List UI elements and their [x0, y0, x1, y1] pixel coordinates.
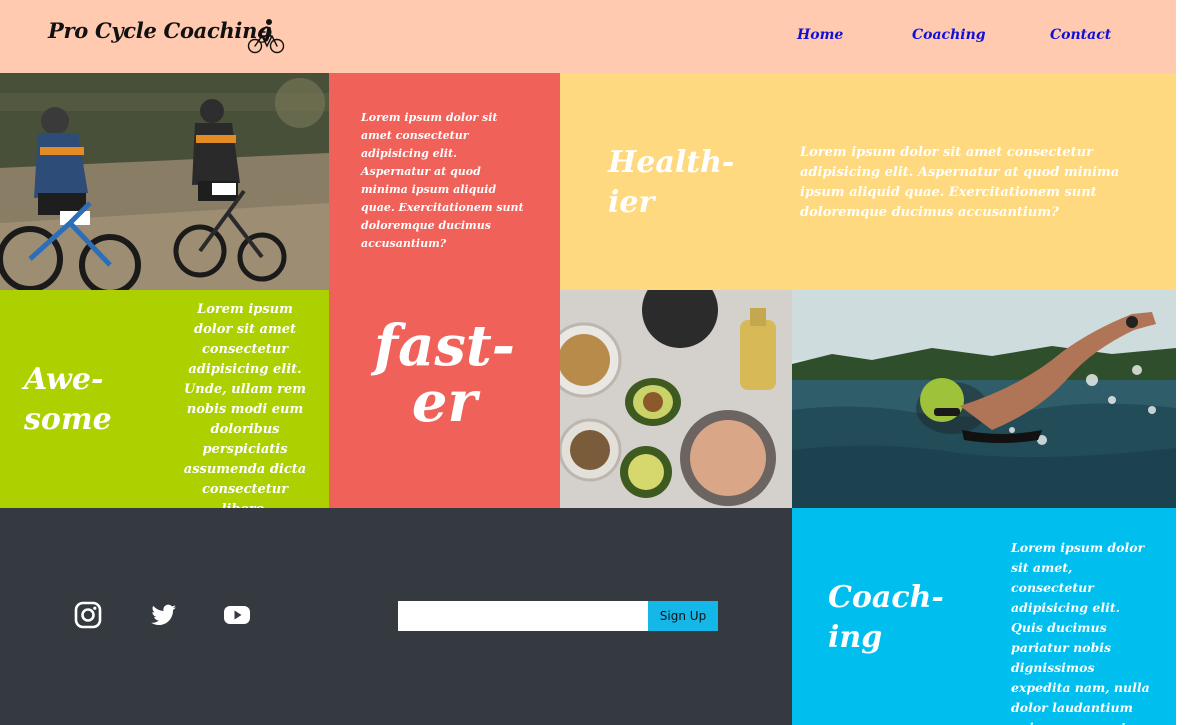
- faster-tile: fast- er: [329, 290, 560, 508]
- green-tile-paragraph: Lorem ipsum dolor sit amet consectetur a…: [183, 302, 307, 508]
- sign-up-button[interactable]: Sign Up: [648, 601, 718, 631]
- site-header: Pro Cycle Coaching Home Coaching Contact: [0, 0, 1176, 73]
- red-tile-paragraph: Lorem ipsum dolor sit amet consectetur a…: [361, 111, 524, 250]
- nav-contact[interactable]: Contact: [1050, 27, 1111, 43]
- healthier-heading: Health- ier: [608, 145, 735, 220]
- nav-home[interactable]: Home: [797, 27, 843, 43]
- cyclist-icon: [246, 16, 286, 56]
- blue-text-tile: Coach- ing Lorem ipsum dolor sit amet, c…: [792, 508, 1176, 725]
- mountain-bikers-photo: [0, 73, 329, 290]
- yellow-text-tile: Health- ier Lorem ipsum dolor sit amet c…: [560, 73, 1176, 290]
- twitter-icon[interactable]: [148, 600, 178, 630]
- email-input[interactable]: [398, 601, 648, 631]
- faster-heading: fast- er: [373, 313, 515, 435]
- instagram-icon[interactable]: [73, 600, 103, 630]
- coaching-heading: Coach- ing: [828, 580, 944, 655]
- youtube-icon[interactable]: [222, 600, 252, 630]
- site-footer: Sign Up: [0, 508, 792, 725]
- healthy-food-photo: [560, 290, 792, 508]
- swimmer-photo: [792, 290, 1176, 508]
- blue-tile-paragraph: Lorem ipsum dolor sit amet, consectetur …: [1011, 540, 1150, 725]
- green-text-tile: Awe- some Lorem ipsum dolor sit amet con…: [0, 290, 329, 508]
- yellow-tile-paragraph: Lorem ipsum dolor sit amet consectetur a…: [800, 145, 1120, 220]
- awesome-heading: Awe- some: [24, 362, 112, 437]
- brand-name[interactable]: Pro Cycle Coaching: [48, 18, 272, 43]
- nav-coaching[interactable]: Coaching: [912, 27, 986, 43]
- red-text-tile: Lorem ipsum dolor sit amet consectetur a…: [329, 73, 560, 290]
